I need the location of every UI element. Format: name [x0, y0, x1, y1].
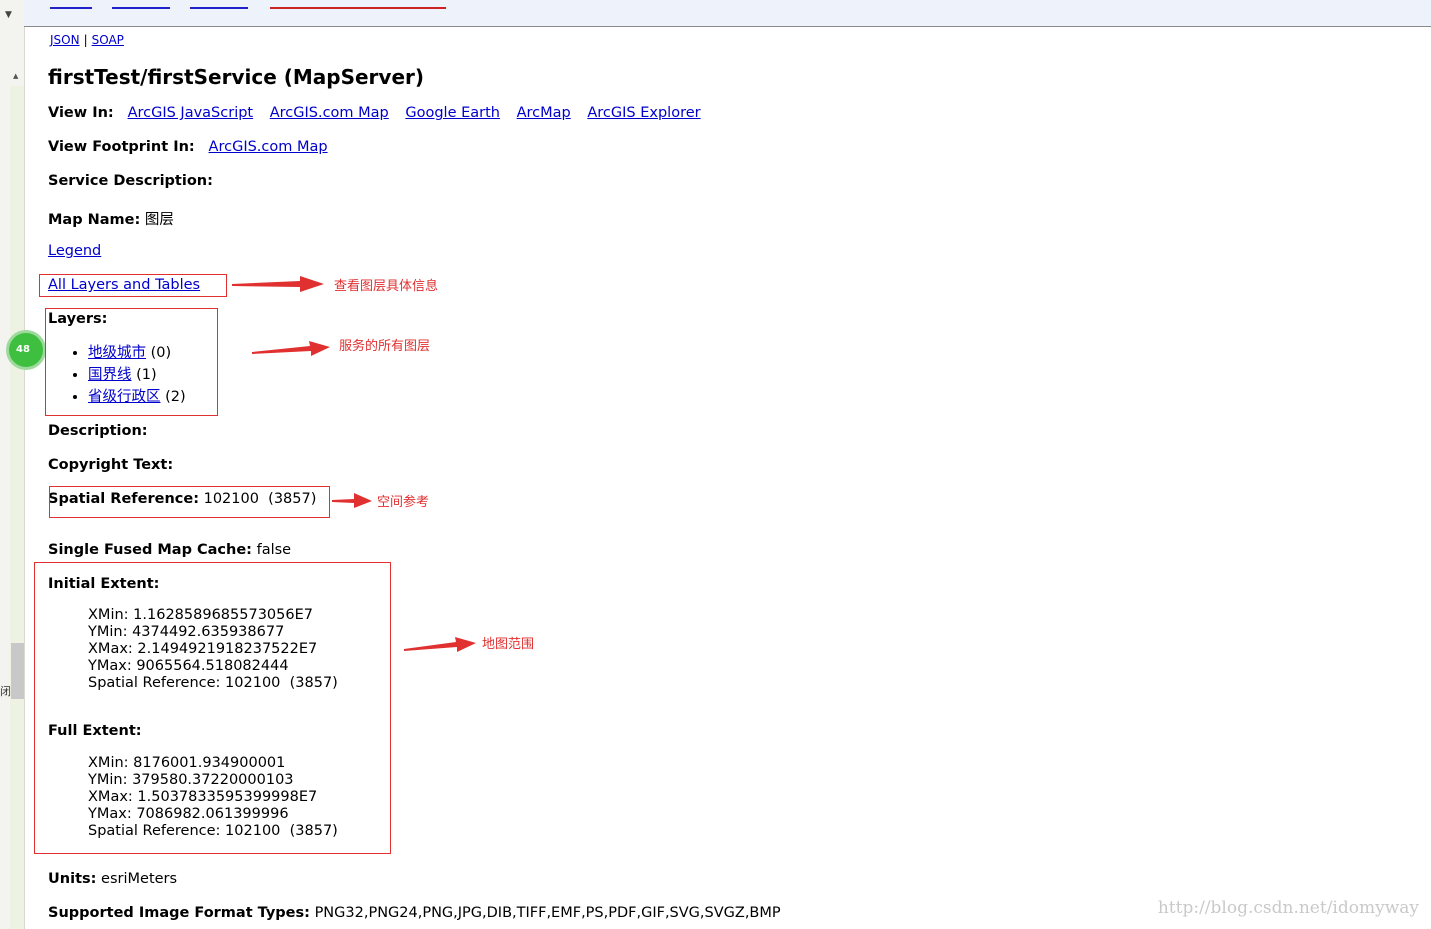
dropdown-arrow-icon[interactable]: ▼ — [5, 10, 12, 20]
map-name-row: Map Name: 图层 — [48, 208, 174, 229]
json-link[interactable]: JSON — [50, 33, 80, 47]
legend-link[interactable]: Legend — [48, 243, 101, 259]
watermark: http://blog.csdn.net/idomyway — [1157, 898, 1419, 918]
view-in-arcgis-explorer-link[interactable]: ArcGIS Explorer — [587, 105, 700, 121]
view-in-row: View In: ArcGIS JavaScript ArcGIS.com Ma… — [48, 105, 701, 121]
view-in-google-earth-link[interactable]: Google Earth — [405, 105, 500, 121]
image-formats-row: Supported Image Format Types: PNG32,PNG2… — [48, 905, 781, 921]
view-in-arcgis-javascript-link[interactable]: ArcGIS JavaScript — [128, 105, 254, 121]
nav-link-cut[interactable] — [190, 7, 248, 9]
single-fused-cache-row: Single Fused Map Cache: false — [48, 542, 291, 558]
page: ▼ ▲ 48 闭 JSON | SOAP firstTest/firstServic… — [0, 0, 1431, 929]
view-in-arcmap-link[interactable]: ArcMap — [517, 105, 571, 121]
annotation-text-all-layers: 查看图层具体信息 — [334, 279, 439, 294]
soap-link[interactable]: SOAP — [92, 33, 124, 47]
annotation-arrow-icon — [404, 637, 476, 652]
browser-gutter: ▼ ▲ 48 闭 — [0, 0, 46, 929]
view-footprint-arcgis-com-map-link[interactable]: ArcGIS.com Map — [209, 139, 328, 155]
annotation-box-layers — [45, 308, 218, 416]
service-description-label: Service Description: — [48, 173, 213, 189]
annotation-arrow-icon — [332, 493, 372, 508]
image-formats-label: Supported Image Format Types: — [48, 905, 310, 921]
annotation-box-extent — [34, 562, 391, 854]
nav-link-cut[interactable] — [112, 7, 170, 9]
gutter-strip — [10, 86, 24, 929]
nav-link-cut[interactable] — [50, 7, 92, 9]
service-description-row: Service Description: — [48, 173, 213, 189]
units-value: esriMeters — [101, 871, 178, 887]
annotation-text-layers: 服务的所有图层 — [339, 339, 431, 354]
notification-badge[interactable]: 48 — [6, 330, 46, 370]
view-in-arcgis-com-map-link[interactable]: ArcGIS.com Map — [270, 105, 389, 121]
view-footprint-label: View Footprint In: — [48, 139, 195, 155]
top-nav-band — [24, 0, 1431, 27]
single-fused-cache-value: false — [256, 542, 292, 558]
legend-row: Legend — [48, 243, 101, 259]
annotation-arrow-icon — [232, 276, 324, 292]
gutter-label: 闭 — [0, 685, 11, 698]
page-title: firstTest/firstService (MapServer) — [48, 65, 425, 89]
units-row: Units: esriMeters — [48, 871, 177, 887]
image-formats-value: PNG32,PNG24,PNG,JPG,DIB,TIFF,EMF,PS,PDF,… — [314, 905, 781, 921]
annotation-text-extent: 地图范围 — [482, 637, 535, 652]
description-row: Description: — [48, 423, 148, 439]
annotation-box-all-layers — [39, 274, 227, 297]
scroll-up-arrow-icon[interactable]: ▲ — [13, 72, 18, 80]
format-separator: | — [83, 33, 88, 47]
single-fused-cache-label: Single Fused Map Cache: — [48, 542, 252, 558]
description-label: Description: — [48, 423, 148, 439]
view-in-label: View In: — [48, 105, 114, 121]
scrollbar-thumb[interactable] — [11, 643, 24, 699]
copyright-row: Copyright Text: — [48, 457, 173, 473]
copyright-label: Copyright Text: — [48, 457, 174, 473]
nav-link-cut-highlighted[interactable] — [270, 7, 446, 9]
annotation-box-spatial-reference — [49, 486, 330, 518]
format-links: JSON | SOAP — [50, 33, 124, 47]
view-footprint-row: View Footprint In: ArcGIS.com Map — [48, 139, 328, 155]
annotation-arrow-icon — [252, 341, 330, 356]
map-name-label: Map Name: — [48, 212, 141, 228]
map-name-value: 图层 — [144, 212, 174, 228]
units-label: Units: — [48, 871, 97, 887]
annotation-text-spatial-reference: 空间参考 — [377, 495, 430, 510]
